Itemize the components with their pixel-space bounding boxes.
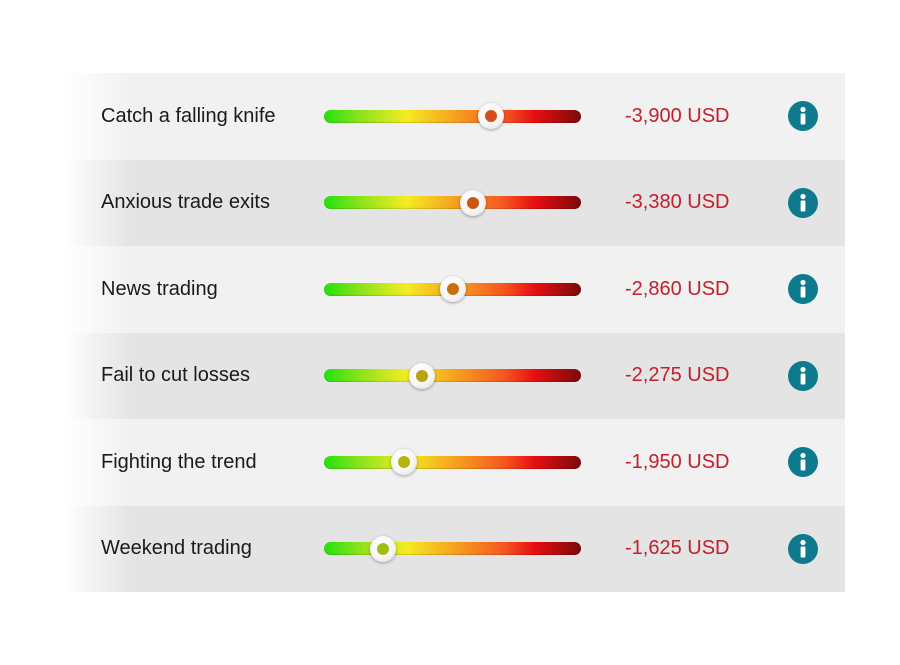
list-item: Fighting the trend -1,950 USD: [62, 419, 845, 506]
knob-dot: [377, 542, 390, 555]
item-label: Fail to cut losses: [101, 364, 250, 387]
info-icon[interactable]: [788, 447, 818, 477]
loss-amount: -1,625 USD: [625, 537, 730, 560]
slider-knob[interactable]: [439, 276, 466, 302]
item-label: Catch a falling knife: [101, 104, 276, 127]
loss-amount: -1,950 USD: [625, 450, 730, 473]
info-icon[interactable]: [788, 187, 818, 218]
risk-slider[interactable]: [324, 276, 581, 302]
risk-slider[interactable]: [324, 535, 581, 562]
slider-knob[interactable]: [478, 103, 505, 129]
loss-list: Catch a falling knife -3,900 USD Anxious…: [62, 73, 845, 592]
loss-amount: -3,900 USD: [625, 104, 730, 127]
knob-dot: [467, 196, 480, 209]
risk-slider[interactable]: [324, 362, 581, 389]
item-label: News trading: [101, 277, 218, 300]
risk-slider[interactable]: [324, 449, 581, 475]
list-item: Fail to cut losses -2,275 USD: [62, 332, 845, 419]
knob-dot: [446, 283, 459, 295]
knob-dot: [415, 369, 428, 382]
slider-knob[interactable]: [408, 362, 435, 389]
info-icon[interactable]: [788, 533, 818, 564]
risk-slider[interactable]: [324, 103, 581, 129]
slider-knob[interactable]: [460, 189, 487, 216]
knob-dot: [485, 110, 498, 122]
list-item: Weekend trading -1,625 USD: [62, 505, 845, 592]
knob-dot: [397, 456, 410, 468]
loss-amount: -3,380 USD: [625, 191, 730, 214]
info-icon[interactable]: [788, 360, 818, 391]
item-label: Anxious trade exits: [101, 191, 270, 214]
loss-amount: -2,275 USD: [625, 364, 730, 387]
list-item: Catch a falling knife -3,900 USD: [62, 73, 845, 160]
slider-knob[interactable]: [370, 535, 397, 562]
info-icon[interactable]: [788, 101, 818, 131]
list-item: Anxious trade exits -3,380 USD: [62, 159, 845, 246]
slider-knob[interactable]: [390, 449, 417, 475]
item-label: Weekend trading: [101, 537, 252, 560]
risk-slider[interactable]: [324, 189, 581, 216]
loss-amount: -2,860 USD: [625, 277, 730, 300]
list-item: News trading -2,860 USD: [62, 246, 845, 333]
info-icon[interactable]: [788, 274, 818, 304]
item-label: Fighting the trend: [101, 450, 257, 473]
